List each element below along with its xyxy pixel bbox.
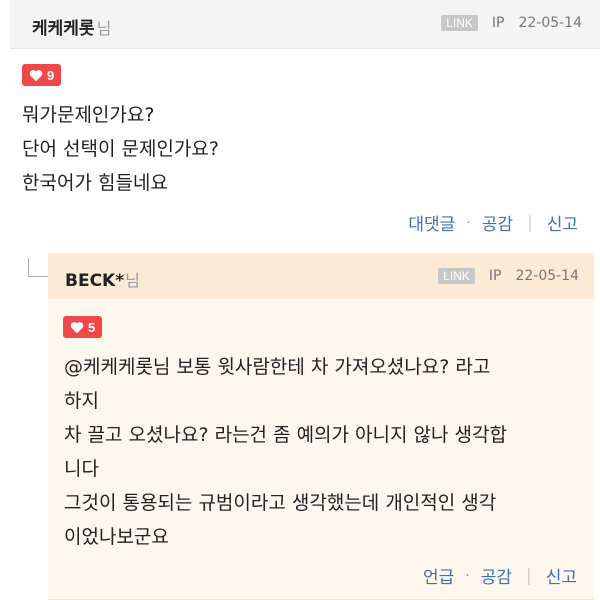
comment-line: 한국어가 힘들네요 (22, 172, 168, 194)
mention-button[interactable]: 언급 (423, 563, 454, 588)
report-button[interactable]: 신고 (547, 210, 578, 235)
ip-label: IP (491, 15, 505, 31)
reply-connector (28, 258, 49, 277)
reply-body: @케케케롯님 보통 윗사람한테 차 가져오셨나요? 라고 하지 차 끌고 오셨나… (64, 350, 507, 554)
reply-line: 차 끌고 오셨나요? 라는건 좀 예의가 아니지 않나 생각합 (64, 424, 507, 446)
like-button[interactable]: 공감 (482, 210, 513, 235)
comment-body: 뭐가문제인가요? 단어 선택이 문제인가요? 한국어가 힘들네요 (22, 98, 219, 200)
reply-author-suffix: 님 (125, 271, 140, 290)
reply-line: 하지 (64, 390, 99, 412)
like-count-badge[interactable]: 5 (63, 316, 103, 338)
separator-bar: | (525, 565, 532, 586)
comment-header: 케케케롯 님 LINK IP 22-05-14 (10, 0, 600, 49)
comment-author[interactable]: 케케케롯 님 (32, 14, 111, 39)
reply-button[interactable]: 대댓글 (408, 210, 455, 235)
reply-header: BECK*님 LINK IP 22-05-14 (48, 253, 594, 299)
report-button[interactable]: 신고 (546, 563, 577, 588)
like-button[interactable]: 공감 (481, 563, 512, 588)
ip-label: IP (488, 268, 502, 284)
reply-comment: BECK*님 LINK IP 22-05-14 5 @케케케롯님 보통 윗사람한… (48, 253, 594, 600)
reply-line: 이었나보군요 (64, 526, 169, 548)
reply-meta: LINK IP 22-05-14 (438, 268, 579, 284)
link-badge[interactable]: LINK (441, 15, 478, 31)
separator-dot: · (465, 567, 470, 584)
comment-author-name[interactable]: 케케케롯 (32, 19, 95, 39)
like-count-badge[interactable]: 9 (22, 64, 62, 86)
reply-author[interactable]: BECK*님 (65, 267, 140, 291)
comment-line: 뭐가문제인가요? (22, 104, 155, 126)
comment-actions: 대댓글 · 공감 | 신고 (408, 210, 578, 236)
reply-actions: 언급 · 공감 | 신고 (423, 563, 577, 589)
reply-line: 니다 (64, 458, 99, 480)
comment-line: 단어 선택이 문제인가요? (22, 138, 219, 160)
link-badge[interactable]: LINK (438, 268, 475, 284)
separator-bar: | (526, 212, 533, 233)
like-count: 9 (47, 67, 55, 83)
comment-author-suffix: 님 (96, 19, 112, 38)
reply-line: 그것이 통용되는 규범이라고 생각했는데 개인적인 생각 (64, 492, 497, 514)
reply-author-name[interactable]: BECK* (65, 271, 124, 291)
reply-date: 22-05-14 (515, 268, 579, 284)
comment-meta: LINK IP 22-05-14 (441, 15, 582, 31)
like-count: 5 (88, 319, 96, 335)
heart-icon (29, 69, 43, 81)
heart-icon (70, 321, 84, 333)
separator-dot: · (466, 214, 471, 231)
comment-date: 22-05-14 (518, 15, 582, 31)
reply-line: @케케케롯님 보통 윗사람한테 차 가져오셨나요? 라고 (64, 356, 491, 378)
